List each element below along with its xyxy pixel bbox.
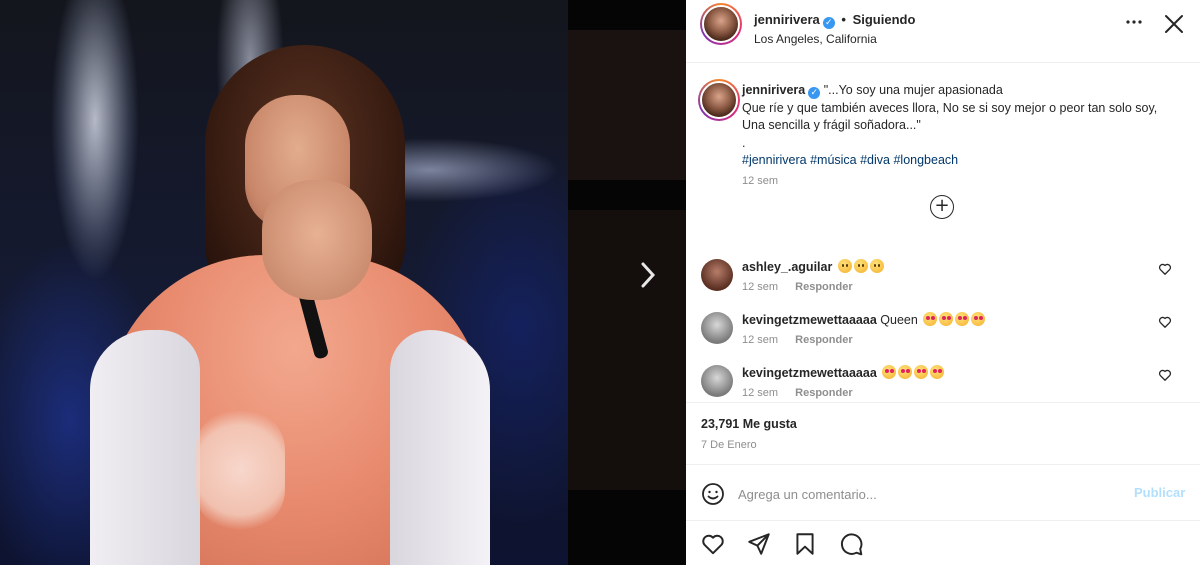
- verified-icon: ✓: [822, 17, 835, 29]
- worried-face-emoji: [853, 259, 868, 273]
- heart-eyes-emoji: [955, 312, 970, 326]
- heart-icon[interactable]: [1158, 315, 1172, 329]
- more-horizontal-icon[interactable]: [1126, 14, 1142, 35]
- avatar[interactable]: [701, 259, 733, 291]
- post-actions: [686, 520, 1200, 565]
- separator: •: [841, 12, 846, 27]
- comment-username[interactable]: kevingetzmewettaaaaa: [742, 366, 877, 380]
- comment-username[interactable]: ashley_.aguilar: [742, 260, 832, 274]
- avatar[interactable]: [701, 365, 733, 397]
- publish-button[interactable]: Publicar: [1134, 485, 1185, 500]
- comment-time: 12 sem: [742, 387, 779, 399]
- worried-face-emoji: [869, 259, 884, 273]
- post-details-panel: jennirivera ✓ • Siguiendo Los Angeles, Ca…: [686, 0, 1200, 565]
- plus-circle-icon[interactable]: +: [930, 195, 954, 219]
- comment-time: 12 sem: [742, 281, 779, 293]
- post-photo: [0, 0, 568, 565]
- heart-eyes-emoji: [971, 312, 986, 326]
- heart-eyes-emoji: [930, 365, 945, 379]
- media-area: [0, 0, 686, 565]
- next-post-preview[interactable]: [568, 0, 686, 565]
- reply-button[interactable]: Responder: [795, 334, 852, 346]
- comment-item: ashley_.aguilar 12 sem Responder: [686, 255, 1200, 307]
- send-icon[interactable]: [746, 531, 772, 557]
- post-header: jennirivera ✓ • Siguiendo Los Angeles, Ca…: [686, 0, 1200, 63]
- comment-icon[interactable]: [838, 531, 864, 557]
- heart-eyes-emoji: [923, 312, 938, 326]
- heart-icon[interactable]: [1158, 262, 1172, 276]
- reply-button[interactable]: Responder: [795, 387, 852, 399]
- comment-text: Queen: [880, 313, 918, 327]
- emoji-smile-icon[interactable]: [701, 482, 725, 506]
- location-link[interactable]: Los Angeles, California: [754, 32, 877, 46]
- caption-line: Que ríe y que también aveces llora, No s…: [742, 100, 1158, 133]
- comment-item: kevingetzmewettaaaaa Queen 12 sem Respon…: [686, 308, 1200, 360]
- caption-line: .: [742, 135, 746, 150]
- caption-line: "...Yo soy una mujer apasionada: [823, 83, 1003, 97]
- heart-eyes-emoji: [882, 365, 897, 379]
- worried-face-emoji: [837, 259, 852, 273]
- add-comment-bar: Publicar: [686, 464, 1200, 520]
- heart-eyes-emoji: [939, 312, 954, 326]
- likes-count[interactable]: 23,791 Me gusta: [701, 417, 797, 431]
- caption-time: 12 sem: [742, 175, 779, 187]
- verified-icon: ✓: [808, 87, 821, 99]
- username[interactable]: jennirivera: [754, 12, 820, 27]
- avatar[interactable]: [701, 312, 733, 344]
- caption-username[interactable]: jennirivera: [742, 83, 805, 97]
- heart-eyes-emoji: [898, 365, 913, 379]
- heart-icon[interactable]: [1158, 368, 1172, 382]
- close-icon[interactable]: [1162, 12, 1186, 36]
- post-caption: jennirivera ✓ "...Yo soy una mujer apasio…: [686, 63, 1200, 239]
- heart-eyes-emoji: [914, 365, 929, 379]
- chevron-right-icon[interactable]: [634, 262, 662, 294]
- post-date: 7 De Enero: [701, 439, 757, 451]
- reply-button[interactable]: Responder: [795, 281, 852, 293]
- post-stats: 23,791 Me gusta 7 De Enero: [686, 402, 1200, 464]
- comment-username[interactable]: kevingetzmewettaaaaa: [742, 313, 877, 327]
- comment-input[interactable]: [738, 479, 1118, 509]
- comment-time: 12 sem: [742, 334, 779, 346]
- avatar[interactable]: [700, 3, 742, 45]
- caption-hashtags[interactable]: #jennirivera #música #diva #longbeach: [742, 153, 958, 167]
- avatar[interactable]: [698, 79, 740, 121]
- follow-status-button[interactable]: Siguiendo: [853, 12, 916, 27]
- bookmark-icon[interactable]: [792, 531, 818, 557]
- heart-icon[interactable]: [700, 531, 726, 557]
